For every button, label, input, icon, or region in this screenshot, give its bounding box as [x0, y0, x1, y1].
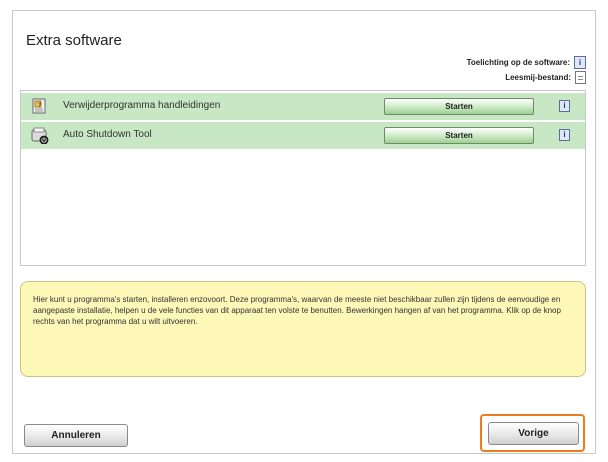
list-item: ? Verwijderprogramma handleidingen Start… — [21, 93, 585, 121]
manual-uninstall-icon: ? — [32, 98, 46, 114]
start-button[interactable]: Starten — [384, 127, 534, 144]
page-title: Extra software — [26, 32, 122, 49]
legend-explanation-row: Toelichting op de software: i — [356, 55, 586, 70]
help-panel: Hier kunt u programma's starten, install… — [20, 281, 586, 377]
legend: Toelichting op de software: i Leesmij-be… — [356, 55, 586, 85]
legend-explanation-label: Toelichting op de software: — [466, 58, 570, 67]
svg-text:?: ? — [38, 102, 41, 108]
legend-readme-row: Leesmij-bestand: — [356, 70, 586, 85]
shutdown-tool-icon — [31, 127, 49, 144]
list-item: Auto Shutdown Tool Starten i — [21, 122, 585, 150]
cancel-button[interactable]: Annuleren — [24, 424, 128, 447]
info-icon: i — [574, 56, 586, 69]
previous-button[interactable]: Vorige — [488, 422, 579, 445]
document-icon — [575, 71, 586, 84]
help-text: Hier kunt u programma's starten, install… — [33, 295, 561, 326]
legend-readme-label: Leesmij-bestand: — [505, 73, 571, 82]
item-name: Verwijderprogramma handleidingen — [63, 100, 221, 111]
info-icon[interactable]: i — [559, 129, 570, 141]
start-button[interactable]: Starten — [384, 98, 534, 115]
software-list: ? Verwijderprogramma handleidingen Start… — [20, 90, 586, 266]
item-name: Auto Shutdown Tool — [63, 129, 152, 140]
info-icon[interactable]: i — [559, 100, 570, 112]
